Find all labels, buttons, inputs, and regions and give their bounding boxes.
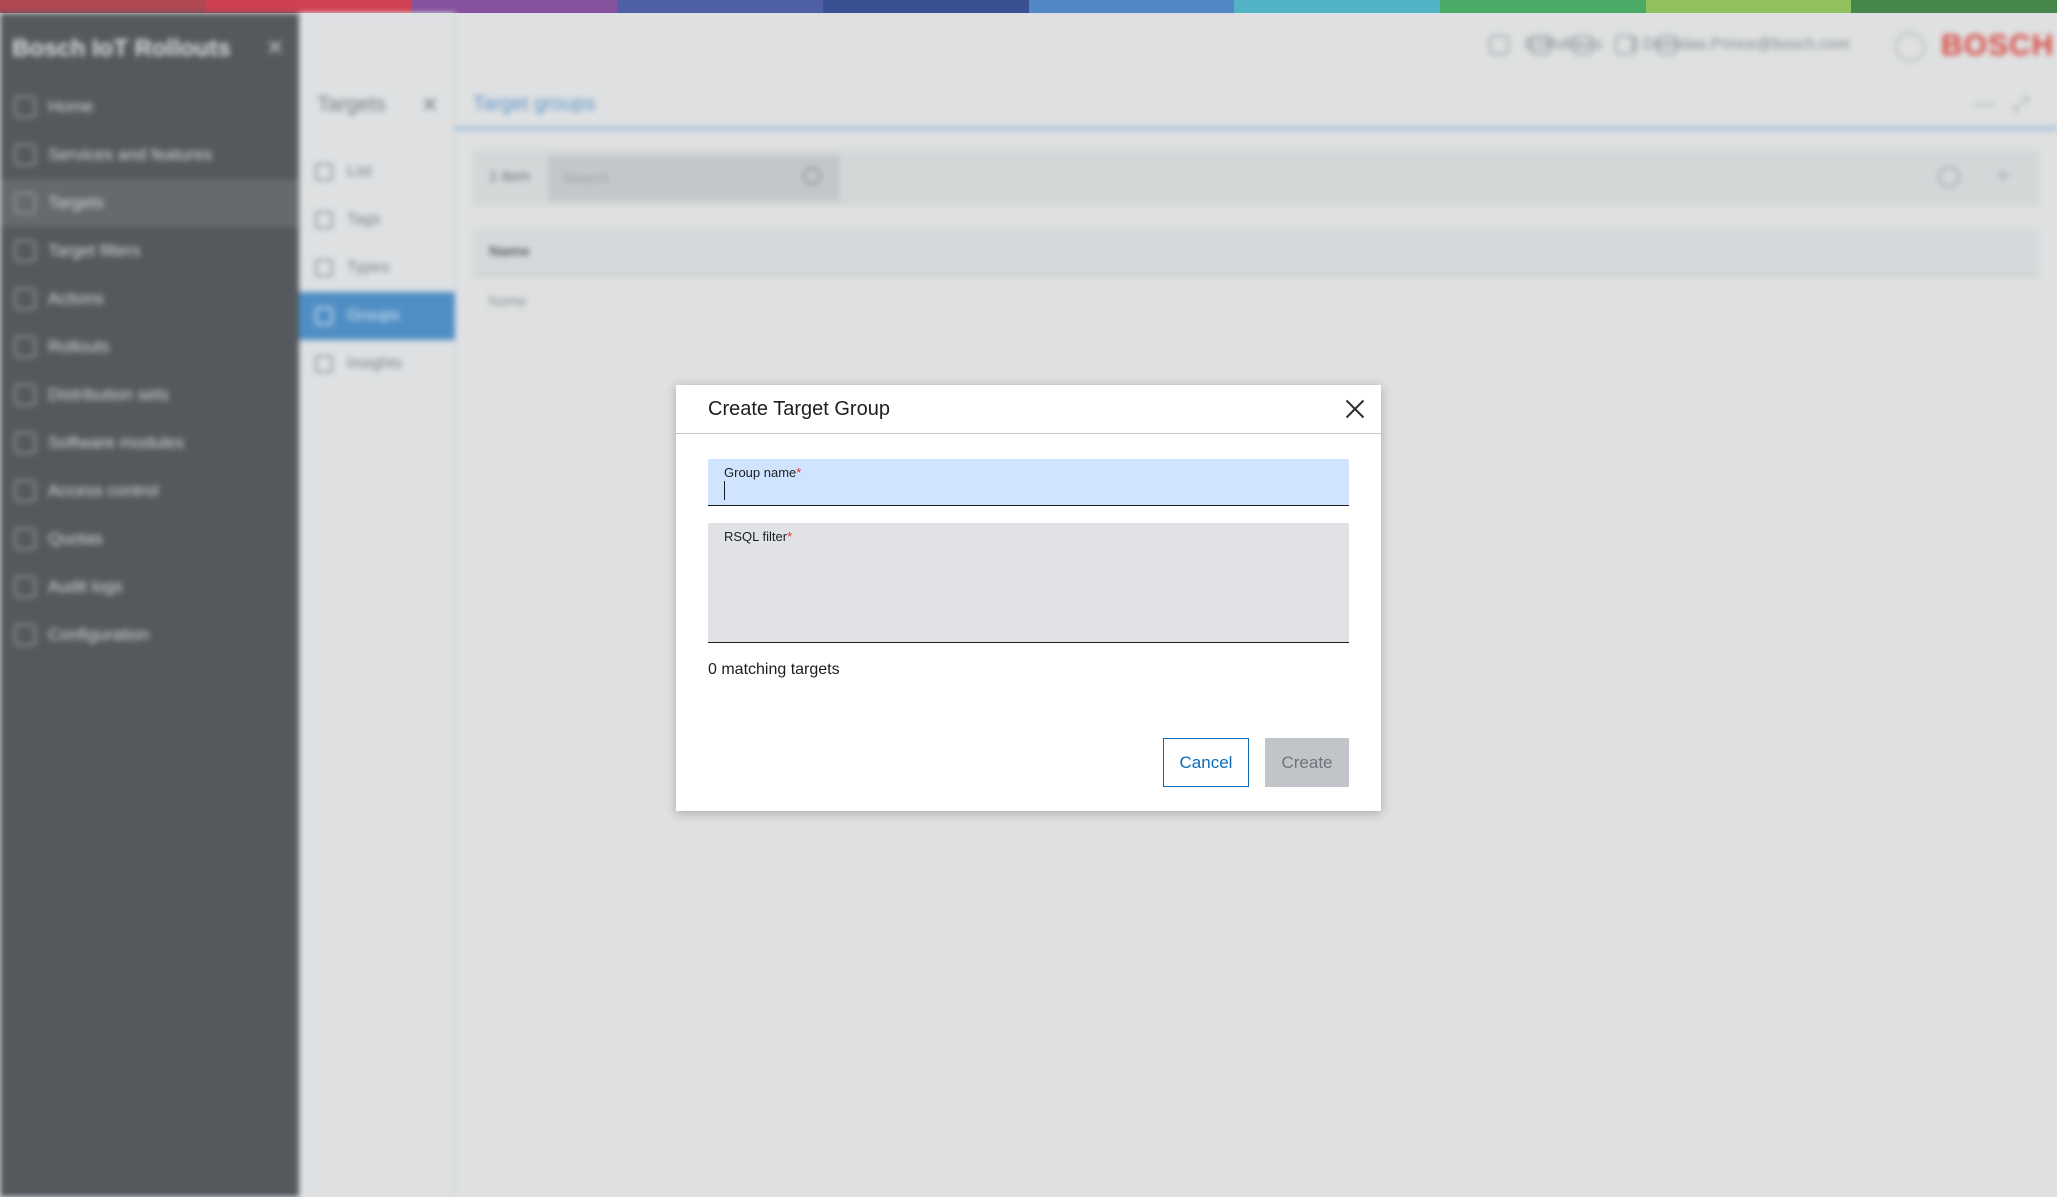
group-name-input[interactable] xyxy=(708,481,1349,505)
required-mark: * xyxy=(787,529,793,544)
dialog-title: Create Target Group xyxy=(708,398,890,420)
group-name-label: Group name* xyxy=(724,465,802,480)
rsql-filter-input[interactable] xyxy=(708,547,1349,639)
rsql-filter-field[interactable]: RSQL filter* xyxy=(708,523,1349,643)
rsql-filter-label: RSQL filter* xyxy=(724,529,793,544)
create-target-group-dialog: Create Target Group Group name* RSQL fil… xyxy=(676,385,1381,811)
group-name-field[interactable]: Group name* xyxy=(708,459,1349,506)
cancel-button[interactable]: Cancel xyxy=(1163,738,1249,787)
matching-targets-count: 0 matching targets xyxy=(708,661,840,678)
create-button[interactable]: Create xyxy=(1265,738,1349,787)
dialog-header: Create Target Group xyxy=(676,385,1381,434)
required-mark: * xyxy=(796,465,802,480)
close-icon[interactable] xyxy=(1343,397,1367,421)
